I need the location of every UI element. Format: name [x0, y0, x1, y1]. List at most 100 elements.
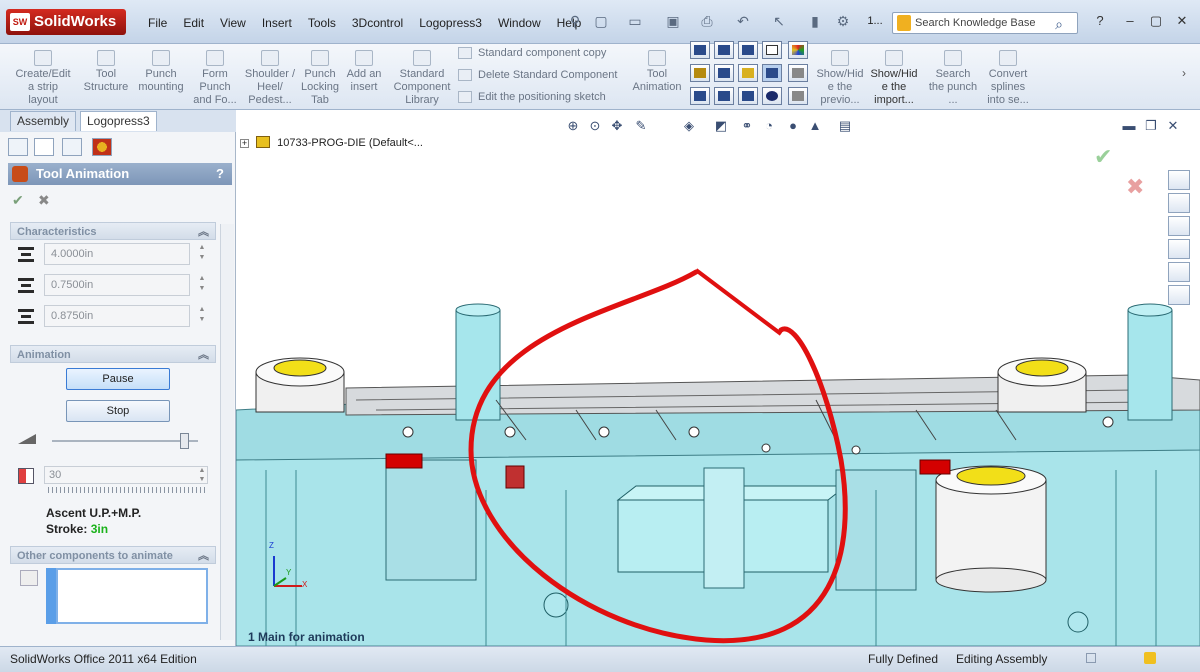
toggle-12-icon[interactable]: [762, 87, 782, 105]
configuration-manager-icon[interactable]: [62, 138, 82, 156]
open-icon[interactable]: ▭: [626, 12, 644, 30]
punch-locking-tab-button[interactable]: Punch Locking Tab: [300, 50, 340, 107]
panel-scrollbar[interactable]: [220, 224, 234, 640]
collapse-chevron-icon[interactable]: ︽: [198, 346, 209, 364]
confirm-checkmark-icon[interactable]: ✔: [1094, 144, 1112, 170]
menu-edit[interactable]: Edit: [175, 14, 212, 32]
help-icon[interactable]: ?: [216, 163, 224, 185]
maximize-icon[interactable]: ▢: [1146, 12, 1166, 30]
search-knowledge-base-input[interactable]: Search Knowledge Base ⌕: [892, 12, 1078, 34]
show-hide-import-button[interactable]: Show/Hid e the import...: [868, 50, 920, 107]
animation-section-header[interactable]: Animation ︽: [10, 345, 216, 363]
new-document-icon[interactable]: ▢: [592, 12, 610, 30]
frame-tick-scale[interactable]: [48, 487, 208, 493]
file-explorer-icon[interactable]: [1168, 216, 1190, 236]
property-manager-icon[interactable]: [34, 138, 54, 156]
select-icon[interactable]: ↖: [770, 12, 788, 30]
pan-icon[interactable]: ✥: [608, 118, 626, 134]
ribbon-scroll-right-icon[interactable]: ›: [1182, 66, 1186, 80]
add-insert-button[interactable]: Add an insert: [344, 50, 384, 94]
appearances-icon[interactable]: [1168, 262, 1190, 282]
apply-scene-icon[interactable]: ●: [784, 118, 802, 134]
delete-standard-component-button[interactable]: Delete Standard Component: [458, 68, 617, 82]
feature-manager-icon[interactable]: [8, 138, 28, 156]
graphics-area[interactable]: + 10733-PROG-DIE (Default<... ⊕ ⊙ ✥ ✎ ◈ …: [236, 110, 1200, 646]
characteristic-value-1-field[interactable]: 4.0000in: [44, 243, 190, 265]
characteristics-section-header[interactable]: Characteristics ︽: [10, 222, 216, 240]
viewport-minimize-icon[interactable]: ▬: [1120, 118, 1138, 134]
design-library-icon[interactable]: [1168, 193, 1190, 213]
punch-mounting-button[interactable]: Punch mounting: [136, 50, 186, 94]
toggle-1-icon[interactable]: [690, 41, 710, 59]
spinner-1-icon[interactable]: ▲ ▼: [196, 243, 208, 265]
tab-logopress3[interactable]: Logopress3: [80, 111, 157, 131]
display-style-icon[interactable]: ◩: [712, 118, 730, 134]
edit-positioning-sketch-button[interactable]: Edit the positioning sketch: [458, 90, 606, 104]
tab-assembly[interactable]: Assembly: [10, 111, 77, 131]
filter-2-icon[interactable]: [788, 87, 808, 105]
section-view-icon[interactable]: ✎: [632, 118, 650, 134]
zoom-to-fit-icon[interactable]: ⊕: [564, 118, 582, 134]
close-icon[interactable]: ✕: [1172, 12, 1192, 30]
spinner-3-icon[interactable]: ▲ ▼: [196, 305, 208, 327]
menu-view[interactable]: View: [212, 14, 254, 32]
toggle-8-icon[interactable]: [762, 64, 782, 82]
custom-properties-icon[interactable]: [1168, 285, 1190, 305]
menu-3dcontrol[interactable]: 3Dcontrol: [344, 14, 411, 32]
undo-icon[interactable]: ↶: [734, 12, 752, 30]
filter-icon[interactable]: [788, 64, 808, 82]
units-icon[interactable]: [1086, 653, 1096, 663]
color-grid-icon[interactable]: [788, 41, 808, 59]
collapse-chevron-icon[interactable]: ︽: [198, 223, 209, 241]
tool-animation-button[interactable]: Tool Animation: [630, 50, 684, 94]
feature-tree-flyout[interactable]: + 10733-PROG-DIE (Default<...: [240, 136, 423, 149]
edit-appearance-icon[interactable]: ◔: [760, 118, 778, 134]
display-pane-icon[interactable]: ▤: [836, 118, 854, 134]
speed-slider[interactable]: [52, 433, 198, 449]
menu-insert[interactable]: Insert: [254, 14, 300, 32]
solidworks-resources-icon[interactable]: [1168, 170, 1190, 190]
toggle-4-icon[interactable]: [762, 41, 782, 59]
expand-icon[interactable]: +: [240, 139, 249, 148]
menu-window[interactable]: Window: [490, 14, 549, 32]
spinner-2-icon[interactable]: ▲ ▼: [196, 274, 208, 296]
menu-logopress3[interactable]: Logopress3: [411, 14, 490, 32]
cancel-x-icon[interactable]: ✖: [38, 192, 50, 209]
viewport-restore-icon[interactable]: ❐: [1142, 118, 1160, 134]
tool-structure-button[interactable]: Tool Structure: [80, 50, 132, 94]
solidworks-logo[interactable]: SW SolidWorks: [6, 9, 126, 35]
collapse-chevron-icon[interactable]: ︽: [198, 547, 209, 565]
menu-tools[interactable]: Tools: [300, 14, 344, 32]
create-strip-layout-button[interactable]: Create/Edit a strip layout: [12, 50, 74, 107]
toggle-5-icon[interactable]: [690, 64, 710, 82]
frame-spinner-icon[interactable]: ▲ ▼: [196, 466, 208, 484]
search-icon[interactable]: ⌕: [1055, 14, 1063, 34]
zoom-to-area-icon[interactable]: ⊙: [586, 118, 604, 134]
shoulder-heel-button[interactable]: Shoulder / Heel/ Pedest...: [244, 50, 296, 107]
standard-component-library-button[interactable]: Standard Component Library: [392, 50, 452, 107]
options-icon[interactable]: ⚙: [834, 12, 852, 30]
die-assembly-model[interactable]: [236, 110, 1200, 646]
ok-checkmark-icon[interactable]: ✔: [12, 192, 24, 209]
pause-button[interactable]: Pause: [66, 368, 170, 390]
convert-splines-button[interactable]: Convert splines into se...: [982, 50, 1034, 107]
characteristic-value-2-field[interactable]: 0.7500in: [44, 274, 190, 296]
toggle-10-icon[interactable]: [714, 87, 734, 105]
standard-component-copy-button[interactable]: Standard component copy: [458, 46, 606, 60]
toggle-6-icon[interactable]: [714, 64, 734, 82]
print-icon[interactable]: ⎙: [698, 12, 716, 30]
menu-file[interactable]: File: [140, 14, 175, 32]
view-settings-icon[interactable]: ▲: [806, 118, 824, 134]
slider-thumb[interactable]: [180, 433, 189, 449]
toggle-7-icon[interactable]: [738, 64, 758, 82]
form-punch-button[interactable]: Form Punch and Fo...: [190, 50, 240, 107]
hide-show-items-icon[interactable]: ⚭: [738, 118, 756, 134]
view-orientation-icon[interactable]: ◈: [680, 118, 698, 134]
other-components-section-header[interactable]: Other components to animate ︽: [10, 546, 216, 564]
minimize-icon[interactable]: ‒: [1120, 12, 1140, 30]
toggle-3-icon[interactable]: [738, 41, 758, 59]
help-icon[interactable]: ?: [1090, 12, 1110, 30]
display-manager-icon[interactable]: [92, 138, 112, 156]
characteristic-value-3-field[interactable]: 0.8750in: [44, 305, 190, 327]
save-icon[interactable]: ▣: [664, 12, 682, 30]
